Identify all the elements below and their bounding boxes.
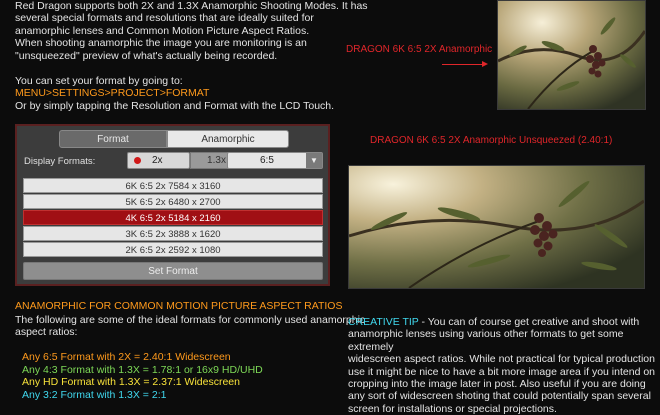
instructions-line: You can set your format by going to:	[15, 75, 183, 87]
format-instructions: You can set your format by going to: MEN…	[15, 75, 334, 112]
creative-tip-line-2: anamorphic lenses using various other fo…	[348, 328, 624, 353]
caption-squeezed: DRAGON 6K 6:5 2X Anamorphic	[346, 44, 493, 55]
intro-line-4: When shooting anamorphic the image you a…	[15, 37, 307, 50]
arrow-right-icon	[482, 61, 488, 67]
ratios-heading: ANAMORPHIC FOR COMMON MOTION PICTURE ASP…	[15, 300, 343, 312]
format-list: 6K 6:5 2x 7584 x 3160 5K 6:5 2x 6480 x 2…	[23, 178, 323, 258]
selected-dot-icon	[134, 157, 141, 164]
caption-unsqueezed: DRAGON 6K 6:5 2X Anamorphic Unsqueezed (…	[370, 135, 613, 146]
squeezed-sample-image	[497, 0, 646, 110]
creative-tip-line-4: use it might be nice to have a bit more …	[348, 365, 656, 378]
ratios-desc-line-1: The following are some of the ideal form…	[15, 314, 366, 326]
squeeze-2x-label: 2x	[152, 155, 163, 166]
creative-tip-line-3: widescreen aspect ratios. While not prac…	[348, 353, 655, 366]
creative-tip: CREATIVE TIP - You can of course get cre…	[348, 316, 660, 415]
menu-path: MENU>SETTINGS>PROJECT>FORMAT	[15, 87, 210, 100]
olive-branch-image	[498, 1, 645, 109]
creative-tip-line-7: screen for installations or special proj…	[348, 402, 557, 415]
display-formats-label: Display Formats:	[24, 156, 96, 167]
ratio-item: Any 4:3 Format with 1.3X = 1.78:1 or 16x…	[22, 363, 263, 376]
intro-text: Red Dragon supports both 2X and 1.3X Ana…	[15, 0, 368, 62]
unsqueezed-sample-image	[348, 165, 645, 289]
olive-branch-wide-image	[349, 166, 644, 288]
format-tabs: Format Anamorphic	[59, 130, 289, 148]
intro-line-2: several special formats and resolutions …	[15, 12, 314, 25]
ratio-item: Any 6:5 Format with 2X = 2.40:1 Widescre…	[22, 351, 231, 363]
tab-anamorphic[interactable]: Anamorphic	[167, 130, 289, 148]
creative-tip-line-1: CREATIVE TIP - You can of course get cre…	[348, 316, 660, 328]
creative-tip-label: CREATIVE TIP	[348, 316, 419, 328]
aspect-ratio-dropdown[interactable]: 6:5 ▼	[227, 152, 323, 169]
chevron-down-icon[interactable]: ▼	[306, 153, 322, 168]
creative-tip-lead: - You can of course get creative and sho…	[418, 316, 640, 328]
squeeze-2x-button[interactable]: 2x	[127, 152, 190, 169]
ratios-list: Any 6:5 Format with 2X = 2.40:1 Widescre…	[22, 351, 263, 401]
creative-tip-line-5: cropping into the image later in post. A…	[348, 378, 646, 391]
ratios-description: The following are some of the ideal form…	[15, 314, 365, 339]
creative-tip-line-6: any sort of widescreen shoting that coul…	[348, 390, 651, 403]
intro-line-1: Red Dragon supports both 2X and 1.3X Ana…	[15, 0, 368, 12]
aspect-ratio-value: 6:5	[260, 155, 274, 166]
intro-line-3: anamorphic lenses and Common Motion Pict…	[15, 24, 310, 37]
camera-format-panel: Format Anamorphic Display Formats: 2x 1.…	[15, 124, 330, 286]
intro-line-5: "unsqueezed" preview of what's actually …	[15, 49, 278, 62]
set-format-button[interactable]: Set Format	[23, 262, 323, 280]
ratios-desc-line-2: aspect ratios:	[15, 326, 78, 339]
caption-arrow-line	[442, 64, 482, 65]
format-row-6k[interactable]: 6K 6:5 2x 7584 x 3160	[23, 178, 323, 193]
instructions-line-lcd: Or by simply tapping the Resolution and …	[15, 99, 335, 112]
tab-format[interactable]: Format	[59, 130, 167, 148]
format-row-4k-selected[interactable]: 4K 6:5 2x 5184 x 2160	[23, 210, 323, 225]
ratio-item: Any HD Format with 1.3X = 2.37:1 Widescr…	[22, 376, 240, 389]
format-row-2k[interactable]: 2K 6:5 2x 2592 x 1080	[23, 242, 323, 257]
format-row-5k[interactable]: 5K 6:5 2x 6480 x 2700	[23, 194, 323, 209]
ratio-item: Any 3:2 Format with 1.3X = 2:1	[22, 388, 167, 401]
format-row-3k[interactable]: 3K 6:5 2x 3888 x 1620	[23, 226, 323, 241]
